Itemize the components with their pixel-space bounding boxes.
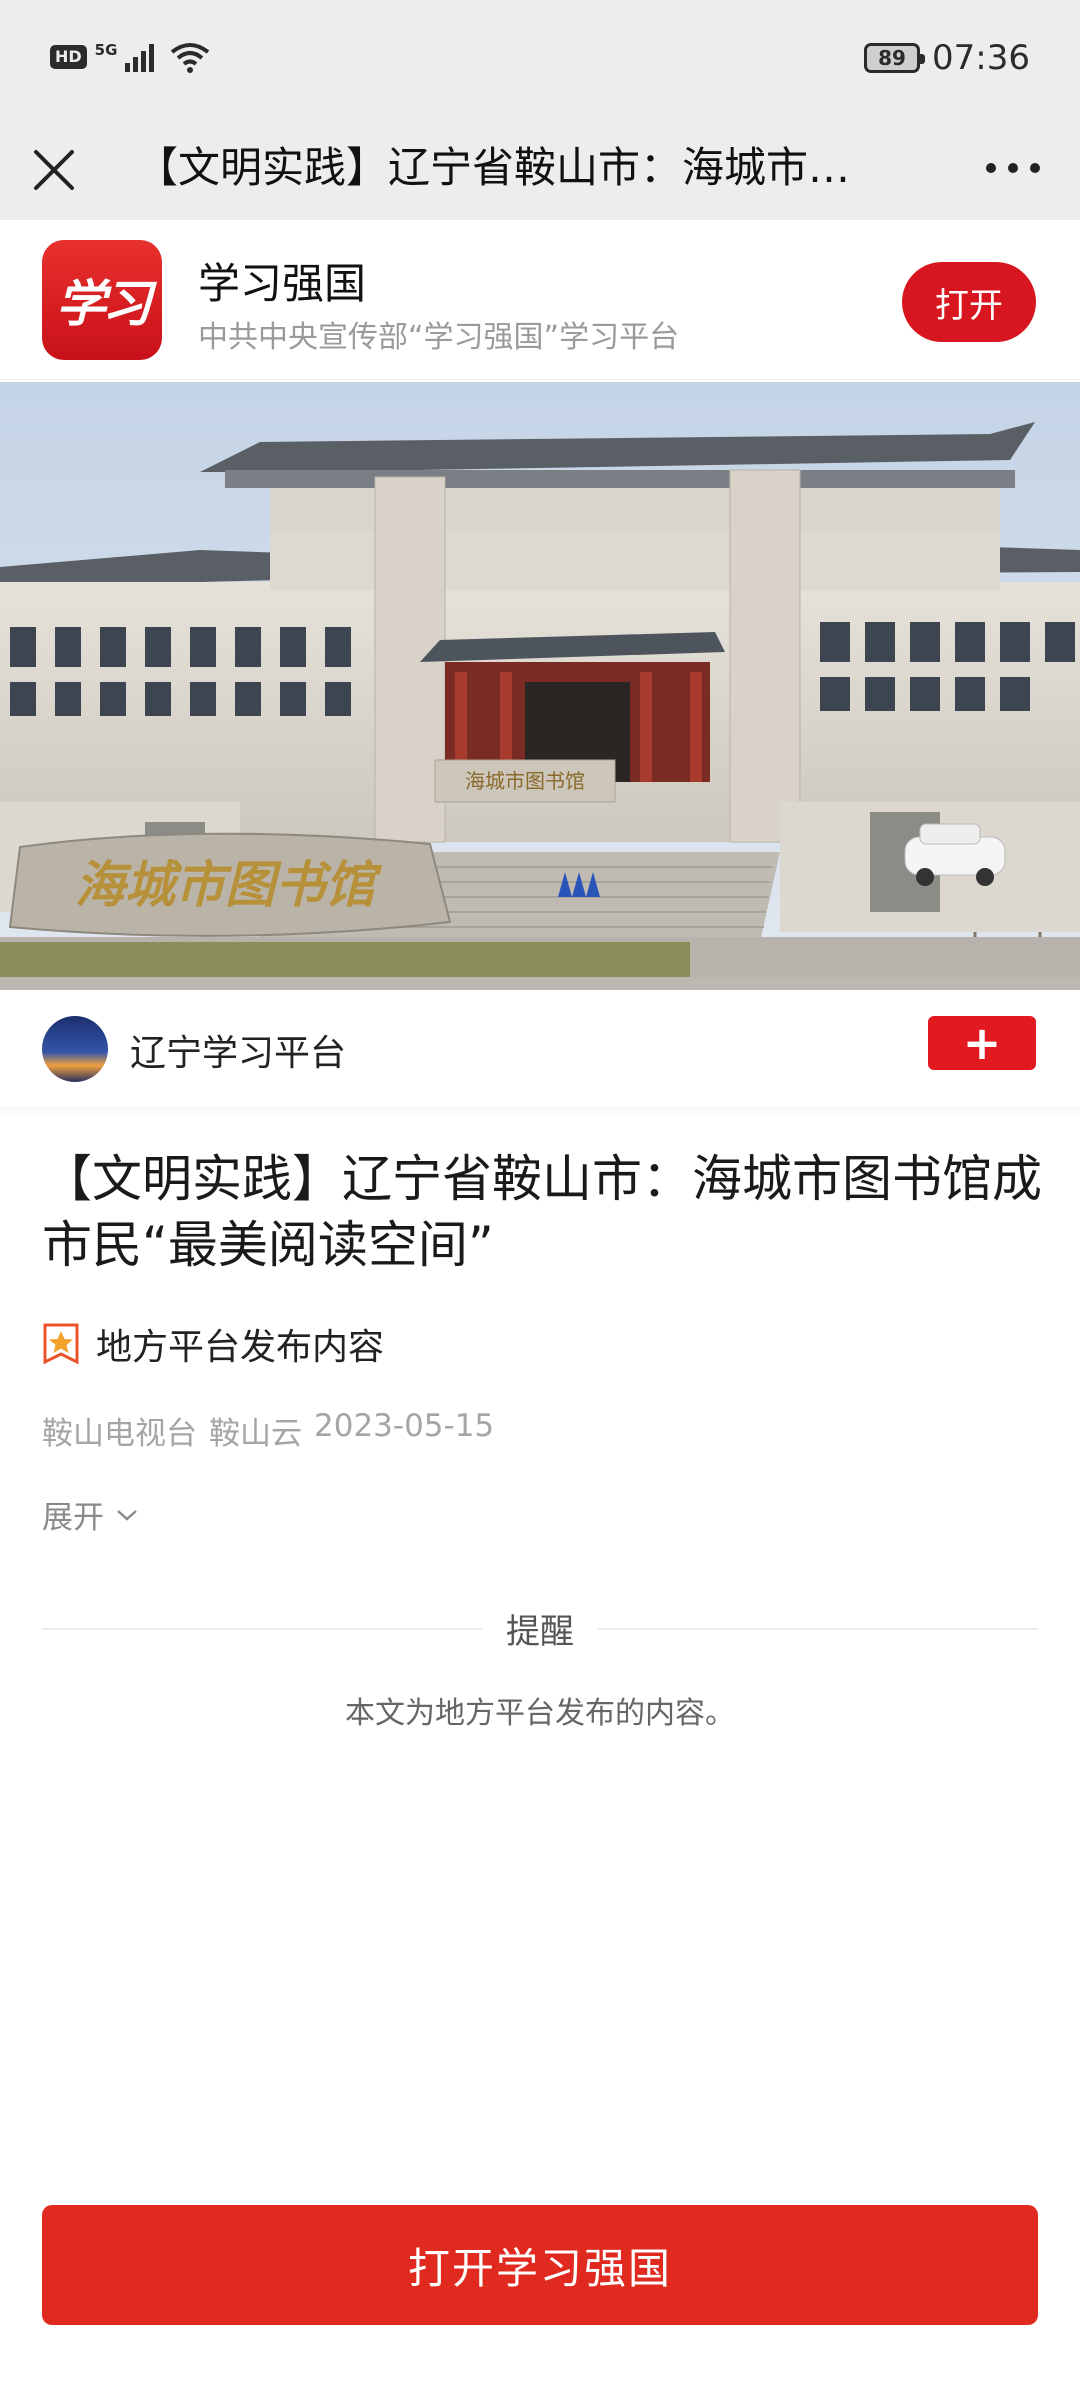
hd-indicator: HD: [50, 45, 87, 69]
expand-button[interactable]: 展开: [42, 1492, 140, 1537]
title-bar: 【文明实践】辽宁省鞍山市：海城市…: [0, 118, 1080, 220]
status-right: 89 07:36: [864, 38, 1030, 78]
entrance-sign: 海城市图书馆: [465, 769, 585, 793]
app-description: 中共中央宣传部“学习强国”学习平台: [198, 320, 680, 355]
article-title: 【文明实践】辽宁省鞍山市：海城市图书馆成市民“最美阅读空间”: [42, 1150, 1042, 1274]
app-banner: 学习 学习强国 中共中央宣传部“学习强国”学习平台 打开: [0, 220, 1080, 380]
signal-icon: [125, 42, 155, 72]
page-title: 【文明实践】辽宁省鞍山市：海城市…: [136, 143, 851, 192]
wifi-icon: [171, 43, 210, 73]
badge-row: 地方平台发布内容: [42, 1318, 384, 1370]
badge-text: 地方平台发布内容: [96, 1327, 385, 1368]
open-app-button[interactable]: 打开: [902, 262, 1036, 342]
open-xuexi-button[interactable]: 打开学习强国: [42, 2205, 1038, 2325]
battery-icon: 89: [864, 43, 926, 73]
notice-title: 提醒: [482, 1612, 598, 1652]
meta-date: 2023-05-15: [314, 1408, 495, 1444]
status-bar: HD 5G 89 07:36: [0, 0, 1080, 118]
network-type: 5G: [94, 40, 118, 59]
source-bar: 辽宁学习平台 +: [0, 990, 1080, 1106]
follow-button[interactable]: +: [928, 1016, 1036, 1070]
notice-header: 提醒: [42, 1600, 1038, 1654]
source-name[interactable]: 辽宁学习平台: [130, 1024, 346, 1076]
meta-source: 鞍山电视台: [42, 1416, 197, 1452]
app-logo: 学习: [42, 240, 162, 360]
clock: 07:36: [932, 38, 1030, 78]
hero-image: 海城市图书馆 海城市图书馆: [0, 382, 1080, 990]
article-meta: 鞍山电视台 鞍山云 2023-05-15: [42, 1408, 494, 1453]
close-icon[interactable]: [30, 146, 78, 194]
status-left: HD 5G: [50, 40, 212, 74]
chevron-down-icon: [117, 1509, 137, 1521]
avatar[interactable]: [42, 1016, 108, 1082]
stone-inscription: 海城市图书馆: [75, 855, 383, 914]
app-logo-text: 学习: [56, 274, 152, 333]
meta-channel: 鞍山云: [209, 1416, 302, 1452]
notice-body: 本文为地方平台发布的内容。: [345, 1696, 735, 1731]
expand-label: 展开: [42, 1500, 104, 1536]
library-illustration: 海城市图书馆 海城市图书馆: [0, 382, 1080, 990]
more-icon[interactable]: [986, 158, 1040, 178]
plus-icon: +: [962, 1016, 1002, 1070]
battery-level: 89: [878, 46, 906, 70]
app-name: 学习强国: [198, 259, 367, 308]
star-badge-icon: [43, 1323, 79, 1365]
